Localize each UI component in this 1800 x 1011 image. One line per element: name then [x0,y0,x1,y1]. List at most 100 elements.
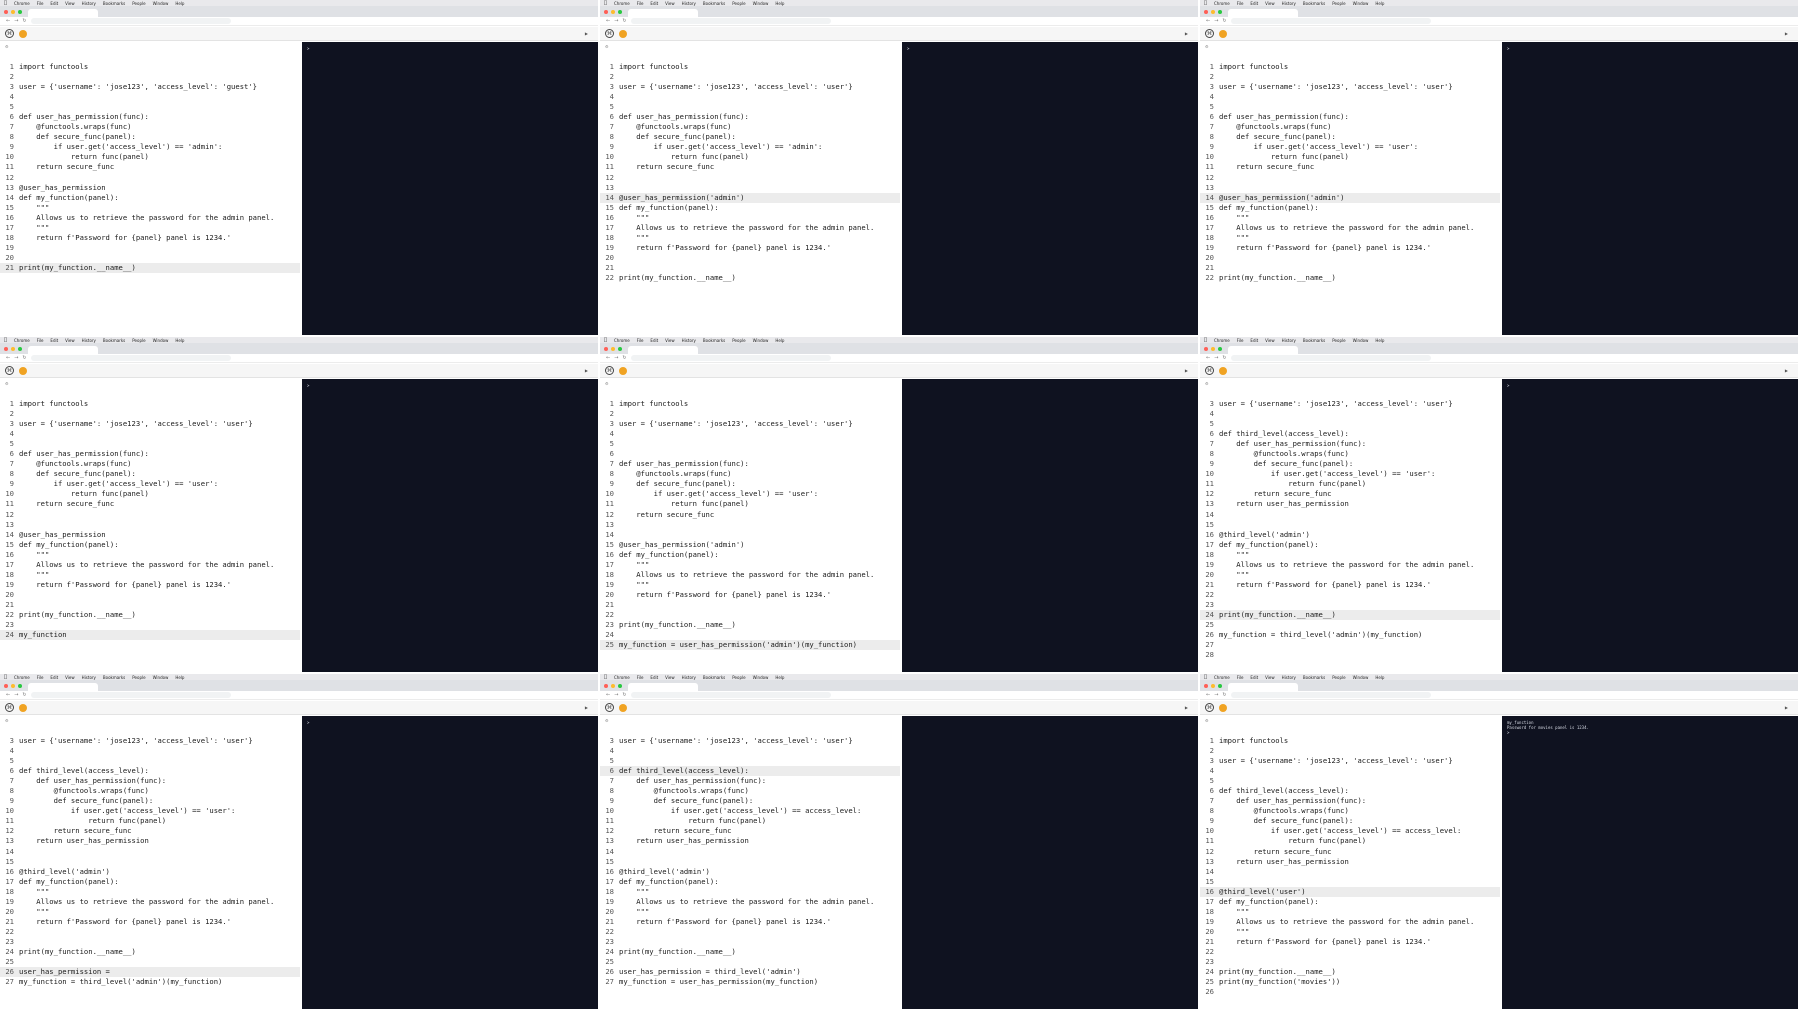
code-line[interactable]: 6 def third_level(access_level): [1200,429,1500,439]
minimize-window-icon[interactable] [11,683,15,688]
code-line[interactable]: 13 return user_has_permission [0,836,300,846]
menu-item[interactable]: Edit [1250,338,1258,343]
browser-tab[interactable] [628,9,698,17]
address-field[interactable] [1230,18,1431,24]
menu-item[interactable]: Chrome [1214,338,1230,343]
code-line[interactable]: 11 return secure_func [0,162,300,172]
code-line[interactable]: 19 [0,243,300,253]
forward-arrow-icon[interactable]: → [614,18,618,24]
code-line[interactable]: 9 if user.get('access_level') == 'admin'… [600,142,900,152]
menu-item[interactable]: Chrome [614,1,630,6]
code-line[interactable]: 12 [1200,173,1500,183]
address-field[interactable] [630,18,831,24]
code-line[interactable]: 14 @user_has_permission('admin') [1200,192,1500,203]
run-button[interactable]: ▶ [1185,368,1198,373]
code-line[interactable]: 19 Allows us to retrieve the password fo… [0,897,300,907]
code-line[interactable]: 6 def user_has_permission(func): [0,449,300,459]
code-line[interactable]: 1 import functools [0,62,300,72]
menu-item[interactable]: People [132,675,145,680]
run-button[interactable]: ▶ [1785,705,1798,710]
code-line[interactable]: 23 [1200,600,1500,610]
menu-item[interactable]: Edit [650,1,658,6]
code-line[interactable]: 9 if user.get('access_level') == 'admin'… [0,142,300,152]
code-line[interactable]: 18 """ [1200,233,1500,243]
repl-logo-icon[interactable]: ⌘ [605,29,614,38]
code-line[interactable]: 7 def user_has_permission(func): [600,776,900,786]
code-line[interactable]: 13 [600,183,900,193]
minimize-window-icon[interactable] [1211,9,1215,14]
browser-tab[interactable] [628,346,698,354]
code-line[interactable]: 15 """ [0,203,300,213]
code-line[interactable]: 15 def my_function(panel): [600,203,900,213]
code-line[interactable]: 19 Allows us to retrieve the password fo… [1200,917,1500,927]
code-line[interactable]: 9 if user.get('access_level') == 'user': [1200,142,1500,152]
code-line[interactable]: 11 return secure_func [0,499,300,509]
code-line[interactable]: 1 import functools [600,62,900,72]
code-line[interactable]: 5 [1200,776,1500,786]
code-line[interactable]: 15 [1200,520,1500,530]
code-line[interactable]: 16 """ [600,213,900,223]
maximize-window-icon[interactable] [1218,9,1222,14]
menu-item[interactable]: Chrome [614,338,630,343]
console-output[interactable]: > [902,42,1198,335]
menu-item[interactable]: People [732,338,745,343]
code-line[interactable]: 17 """ [0,223,300,233]
menu-item[interactable]: Window [1353,338,1369,343]
code-line[interactable]: 23 print(my_function.__name__) [600,620,900,630]
menu-item[interactable]: File [637,675,644,680]
code-editor[interactable]: 1 import functools 2 3 user = {'username': '… [0,62,300,335]
code-line[interactable]: 8 @functools.wraps(func) [1200,449,1500,459]
code-line[interactable]: 1 import functools [1200,62,1500,72]
back-arrow-icon[interactable]: ← [6,355,10,361]
settings-gear-icon[interactable]: ⚙ [605,718,609,723]
menu-item[interactable]: View [665,675,675,680]
address-field[interactable] [630,692,831,698]
browser-tab[interactable] [28,9,98,17]
code-line[interactable]: 18 """ [0,570,300,580]
settings-gear-icon[interactable]: ⚙ [605,381,609,386]
code-line[interactable]: 14 [0,847,300,857]
code-line[interactable]: 6 def user_has_permission(func): [600,112,900,122]
code-line[interactable]: 25 [0,957,300,967]
settings-gear-icon[interactable]: ⚙ [5,44,9,49]
address-field[interactable] [1230,692,1431,698]
code-line[interactable]: 21 [0,600,300,610]
menu-item[interactable]: View [1265,1,1275,6]
code-line[interactable]: 16 @third_level('admin') [1200,530,1500,540]
user-avatar[interactable] [1219,703,1227,712]
menu-item[interactable]: View [665,1,675,6]
code-line[interactable]: 15 [600,857,900,867]
menu-item[interactable]: Bookmarks [1303,675,1325,680]
code-line[interactable]: 16 @third_level('admin') [0,867,300,877]
code-line[interactable]: 10 if user.get('access_level') == 'user'… [1200,469,1500,479]
code-line[interactable]: 24 my_function [0,630,300,641]
code-line[interactable]: 2 [1200,72,1500,82]
code-line[interactable]: 12 [0,173,300,183]
code-line[interactable]: 10 if user.get('access_level') == 'user'… [0,806,300,816]
user-avatar[interactable] [19,29,27,38]
code-line[interactable]: 9 def secure_func(panel): [600,796,900,806]
forward-arrow-icon[interactable]: → [14,692,18,698]
browser-tab[interactable] [28,683,98,691]
address-field[interactable] [1230,355,1431,361]
code-line[interactable]: 21 print(my_function.__name__) [0,262,300,273]
browser-tab[interactable] [28,346,98,354]
code-line[interactable]: 3 user = {'username': 'jose123', 'access_… [0,82,300,92]
menu-item[interactable]: People [1332,338,1345,343]
settings-gear-icon[interactable]: ⚙ [1205,381,1209,386]
code-line[interactable]: 17 def my_function(panel): [1200,540,1500,550]
minimize-window-icon[interactable] [611,683,615,688]
code-line[interactable]: 11 return func(panel) [1200,479,1500,489]
browser-tab[interactable] [628,683,698,691]
menu-item[interactable]: Help [775,338,784,343]
address-field[interactable] [30,355,231,361]
browser-tab[interactable] [1228,9,1298,17]
code-line[interactable]: 3 user = {'username': 'jose123', 'access_… [1200,82,1500,92]
code-line[interactable]: 20 [0,590,300,600]
code-line[interactable]: 13 [0,520,300,530]
minimize-window-icon[interactable] [11,346,15,351]
menu-item[interactable]: Window [153,1,169,6]
code-line[interactable]: 13 return user_has_permission [600,836,900,846]
code-line[interactable]: 11 return func(panel) [1200,836,1500,846]
code-line[interactable]: 22 [1200,590,1500,600]
